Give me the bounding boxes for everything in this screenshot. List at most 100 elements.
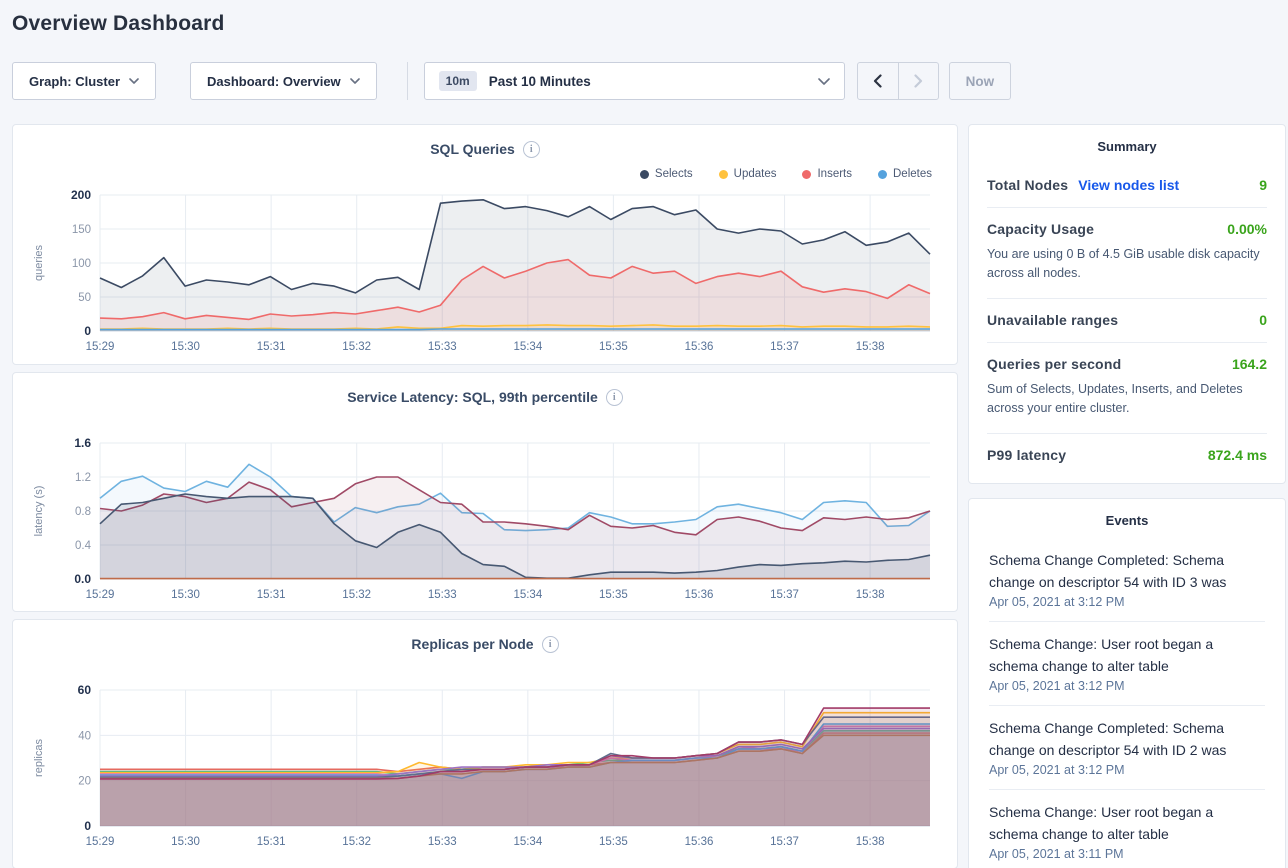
now-button[interactable]: Now bbox=[949, 62, 1012, 100]
queries-per-second-note: Sum of Selects, Updates, Inserts, and De… bbox=[987, 380, 1267, 419]
p99-latency-value: 872.4 ms bbox=[1208, 447, 1267, 463]
graph-dropdown[interactable]: Graph: Cluster bbox=[12, 62, 156, 100]
svg-text:15:30: 15:30 bbox=[171, 589, 200, 601]
svg-text:latency (s): latency (s) bbox=[33, 486, 45, 537]
svg-text:15:37: 15:37 bbox=[770, 589, 799, 601]
svg-text:15:29: 15:29 bbox=[86, 836, 115, 848]
event-timestamp: Apr 05, 2021 at 3:12 PM bbox=[989, 763, 1265, 777]
svg-text:150: 150 bbox=[72, 224, 91, 236]
svg-text:0: 0 bbox=[84, 324, 91, 338]
svg-text:replicas: replicas bbox=[33, 739, 45, 777]
svg-text:15:38: 15:38 bbox=[856, 589, 885, 601]
time-range-dropdown[interactable]: 10m Past 10 Minutes bbox=[424, 62, 845, 100]
legend-dot-deletes bbox=[878, 170, 887, 179]
info-icon[interactable] bbox=[542, 636, 559, 653]
dashboard-dropdown[interactable]: Dashboard: Overview bbox=[190, 62, 377, 100]
event-item[interactable]: Schema Change Completed: Schema change o… bbox=[989, 705, 1265, 789]
time-range-badge: 10m bbox=[439, 71, 477, 91]
event-item[interactable]: Schema Change: User root began a schema … bbox=[989, 789, 1265, 868]
svg-text:0.8: 0.8 bbox=[75, 506, 91, 518]
events-title: Events bbox=[989, 513, 1265, 538]
legend-item-inserts: Inserts bbox=[802, 168, 852, 180]
queries-per-second-value: 164.2 bbox=[1232, 356, 1267, 372]
svg-text:queries: queries bbox=[33, 244, 45, 281]
svg-text:20: 20 bbox=[78, 776, 91, 788]
side-panels: Summary Total Nodes View nodes list 9 Ca… bbox=[968, 124, 1286, 868]
sql-queries-card: SQL Queries Selects Updates Inserts bbox=[12, 124, 958, 365]
legend-dot-inserts bbox=[802, 170, 811, 179]
svg-text:15:33: 15:33 bbox=[428, 836, 457, 848]
overview-dashboard-page: Overview Dashboard Graph: Cluster Dashbo… bbox=[0, 0, 1288, 868]
svg-text:0.0: 0.0 bbox=[74, 572, 91, 586]
svg-text:15:29: 15:29 bbox=[86, 341, 115, 353]
time-forward-button[interactable] bbox=[898, 63, 938, 99]
sql-queries-chart: 15:2915:3015:3115:3215:3315:3415:3515:36… bbox=[28, 187, 942, 359]
summary-row-p99-latency: P99 latency 872.4 ms bbox=[987, 433, 1267, 477]
total-nodes-value: 9 bbox=[1259, 177, 1267, 193]
info-icon[interactable] bbox=[606, 389, 623, 406]
total-nodes-label: Total Nodes bbox=[987, 177, 1068, 193]
dashboard-content: SQL Queries Selects Updates Inserts bbox=[12, 124, 1286, 868]
summary-row-capacity-usage: Capacity Usage 0.00% You are using 0 B o… bbox=[987, 207, 1267, 298]
svg-text:15:31: 15:31 bbox=[257, 589, 286, 601]
svg-text:15:38: 15:38 bbox=[856, 341, 885, 353]
svg-text:0: 0 bbox=[84, 819, 91, 833]
info-icon[interactable] bbox=[523, 141, 540, 158]
svg-text:15:32: 15:32 bbox=[342, 341, 371, 353]
svg-text:15:32: 15:32 bbox=[342, 836, 371, 848]
summary-title: Summary bbox=[987, 139, 1267, 164]
svg-text:15:34: 15:34 bbox=[513, 836, 542, 848]
time-back-button[interactable] bbox=[858, 63, 898, 99]
svg-text:15:35: 15:35 bbox=[599, 589, 628, 601]
capacity-usage-label: Capacity Usage bbox=[987, 221, 1094, 237]
svg-text:15:36: 15:36 bbox=[685, 589, 714, 601]
service-latency-card: Service Latency: SQL, 99th percentile 15… bbox=[12, 372, 958, 612]
event-item[interactable]: Schema Change Completed: Schema change o… bbox=[989, 538, 1265, 621]
svg-text:200: 200 bbox=[71, 188, 91, 202]
event-timestamp: Apr 05, 2021 at 3:12 PM bbox=[989, 679, 1265, 693]
unavailable-ranges-value: 0 bbox=[1259, 312, 1267, 328]
svg-text:15:33: 15:33 bbox=[428, 589, 457, 601]
chart-title-replicas: Replicas per Node bbox=[411, 636, 533, 652]
svg-text:15:33: 15:33 bbox=[428, 341, 457, 353]
legend-dot-updates bbox=[719, 170, 728, 179]
event-timestamp: Apr 05, 2021 at 3:12 PM bbox=[989, 595, 1265, 609]
queries-per-second-label: Queries per second bbox=[987, 356, 1121, 372]
svg-text:15:35: 15:35 bbox=[599, 836, 628, 848]
legend-item-selects: Selects bbox=[640, 168, 693, 180]
chevron-left-icon bbox=[873, 74, 882, 88]
svg-text:1.6: 1.6 bbox=[74, 436, 91, 450]
p99-latency-label: P99 latency bbox=[987, 447, 1066, 463]
legend-item-deletes: Deletes bbox=[878, 168, 932, 180]
svg-text:15:29: 15:29 bbox=[86, 589, 115, 601]
chevron-right-icon bbox=[914, 74, 923, 88]
page-title: Overview Dashboard bbox=[12, 12, 1286, 36]
svg-text:1.2: 1.2 bbox=[75, 472, 91, 484]
dashboard-dropdown-label: Dashboard: Overview bbox=[207, 74, 341, 89]
svg-text:50: 50 bbox=[78, 292, 91, 304]
time-range-label: Past 10 Minutes bbox=[489, 74, 818, 89]
chart-title-service-latency: Service Latency: SQL, 99th percentile bbox=[347, 389, 598, 405]
replicas-per-node-card: Replicas per Node 15:2915:3015:3115:3215… bbox=[12, 619, 958, 868]
chart-legend: Selects Updates Inserts Deletes bbox=[28, 161, 942, 187]
chevron-down-icon bbox=[818, 78, 830, 85]
toolbar: Graph: Cluster Dashboard: Overview 10m P… bbox=[12, 62, 1286, 100]
unavailable-ranges-label: Unavailable ranges bbox=[987, 312, 1118, 328]
svg-text:0.4: 0.4 bbox=[75, 540, 92, 552]
legend-dot-selects bbox=[640, 170, 649, 179]
chevron-down-icon bbox=[350, 78, 360, 84]
svg-text:15:34: 15:34 bbox=[513, 341, 542, 353]
event-item[interactable]: Schema Change: User root began a schema … bbox=[989, 621, 1265, 705]
time-pager bbox=[857, 62, 939, 100]
svg-text:15:36: 15:36 bbox=[685, 341, 714, 353]
summary-row-total-nodes: Total Nodes View nodes list 9 bbox=[987, 164, 1267, 207]
summary-row-unavailable-ranges: Unavailable ranges 0 bbox=[987, 298, 1267, 342]
svg-text:15:32: 15:32 bbox=[342, 589, 371, 601]
replicas-per-node-chart: 15:2915:3015:3115:3215:3315:3415:3515:36… bbox=[28, 682, 942, 854]
view-nodes-list-link[interactable]: View nodes list bbox=[1078, 177, 1179, 193]
capacity-usage-value: 0.00% bbox=[1227, 221, 1267, 237]
event-text: Schema Change Completed: Schema change o… bbox=[989, 549, 1241, 593]
event-timestamp: Apr 05, 2021 at 3:11 PM bbox=[989, 847, 1265, 861]
svg-text:15:30: 15:30 bbox=[171, 836, 200, 848]
svg-text:40: 40 bbox=[78, 730, 91, 742]
